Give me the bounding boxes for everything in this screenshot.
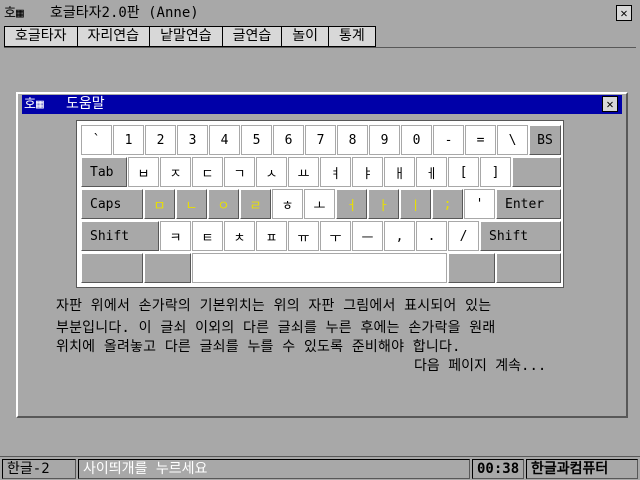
dialog-title: 도움말 [66, 96, 105, 112]
key-5: 5 [241, 125, 272, 155]
menu-bar: 호글타자 자리연습 낱말연습 글연습 놀이 통계 [4, 26, 636, 47]
key-n: ㅜ [320, 221, 351, 251]
key-8: 8 [337, 125, 368, 155]
key-y: ㅛ [288, 157, 319, 187]
key-space [192, 253, 447, 283]
menu-item-statistics[interactable]: 통계 [328, 26, 376, 47]
key-minus: - [433, 125, 464, 155]
dialog-logo-icon: 호▦ [24, 97, 44, 112]
key-x: ㅌ [192, 221, 223, 251]
dialog-close-button[interactable]: ✕ [602, 96, 618, 112]
menu-item-word-practice[interactable]: 낱말연습 [149, 26, 223, 47]
key-backtick: ` [81, 125, 112, 155]
key-caps: Caps [81, 189, 143, 219]
key-9: 9 [369, 125, 400, 155]
key-shift-left: Shift [81, 221, 159, 251]
key-t: ㅅ [256, 157, 287, 187]
key-f-home: ㄹ [240, 189, 271, 219]
key-right-bracket: ] [480, 157, 511, 187]
next-page-link[interactable]: 다음 페이지 계속... [414, 355, 546, 377]
menu-item-hangul-typing[interactable]: 호글타자 [4, 26, 78, 47]
key-j-home: ㅓ [336, 189, 367, 219]
key-d-home: ㅇ [208, 189, 239, 219]
status-message: 사이띄개를 누르세요 [78, 459, 470, 479]
key-c: ㅊ [224, 221, 255, 251]
key-g: ㅎ [272, 189, 303, 219]
key-backslash: \ [497, 125, 528, 155]
key-1: 1 [113, 125, 144, 155]
menu-divider [4, 47, 636, 48]
window-close-button[interactable]: ✕ [616, 5, 632, 21]
key-m: ㅡ [352, 221, 383, 251]
key-r: ㄱ [224, 157, 255, 187]
menu-item-position-practice[interactable]: 자리연습 [76, 26, 151, 47]
status-clock: 00:38 [472, 459, 524, 479]
key-left-bracket: [ [448, 157, 479, 187]
menu-item-text-practice[interactable]: 글연습 [221, 26, 283, 47]
key-b: ㅠ [288, 221, 319, 251]
key-l-home: ㅣ [400, 189, 431, 219]
help-text-line-1: 자판 위에서 손가락의 기본위치는 위의 자판 그림에서 표시되어 있는 [56, 298, 492, 314]
key-q: ㅂ [128, 157, 159, 187]
help-text-line-3: 위치에 올려놓고 다른 글쇠를 누를 수 있도록 준비해야 합니다. [56, 339, 461, 355]
key-backspace: BS [529, 125, 561, 155]
key-blank-ctrl-left [81, 253, 143, 283]
key-2: 2 [145, 125, 176, 155]
key-quote: ' [464, 189, 495, 219]
app-title: 호글타자2.0판 (Anne) [50, 5, 199, 21]
key-6: 6 [273, 125, 304, 155]
key-i: ㅑ [352, 157, 383, 187]
key-s-home: ㄴ [176, 189, 207, 219]
key-period: . [416, 221, 447, 251]
key-equals: = [465, 125, 496, 155]
key-enter: Enter [496, 189, 561, 219]
key-shift-right: Shift [480, 221, 561, 251]
key-comma: , [384, 221, 415, 251]
status-brand: 한글과컴퓨터 [526, 459, 638, 479]
dialog-title-bar[interactable] [22, 95, 622, 114]
key-3: 3 [177, 125, 208, 155]
key-blank-alt-left [144, 253, 191, 283]
key-w: ㅈ [160, 157, 191, 187]
key-slash: / [448, 221, 479, 251]
app-logo-icon: 호▦ [4, 6, 24, 21]
key-0: 0 [401, 125, 432, 155]
key-k-home: ㅏ [368, 189, 399, 219]
key-z: ㅋ [160, 221, 191, 251]
key-e: ㄷ [192, 157, 223, 187]
key-4: 4 [209, 125, 240, 155]
key-semicolon-home: ; [432, 189, 463, 219]
key-o: ㅐ [384, 157, 415, 187]
key-u: ㅕ [320, 157, 351, 187]
key-a-home: ㅁ [144, 189, 175, 219]
keyboard-diagram: ` 1 2 3 4 5 6 7 8 9 0 - = \ BS Tab ㅂ ㅈ ㄷ… [76, 120, 564, 288]
menu-item-games[interactable]: 놀이 [281, 26, 329, 47]
key-h: ㅗ [304, 189, 335, 219]
key-blank-ctrl-right [496, 253, 561, 283]
key-p: ㅔ [416, 157, 447, 187]
key-tab: Tab [81, 157, 127, 187]
key-blank-row2 [512, 157, 561, 187]
key-7: 7 [305, 125, 336, 155]
key-v: ㅍ [256, 221, 287, 251]
key-blank-alt-right [448, 253, 495, 283]
status-input-mode: 한글-2 [2, 459, 76, 479]
